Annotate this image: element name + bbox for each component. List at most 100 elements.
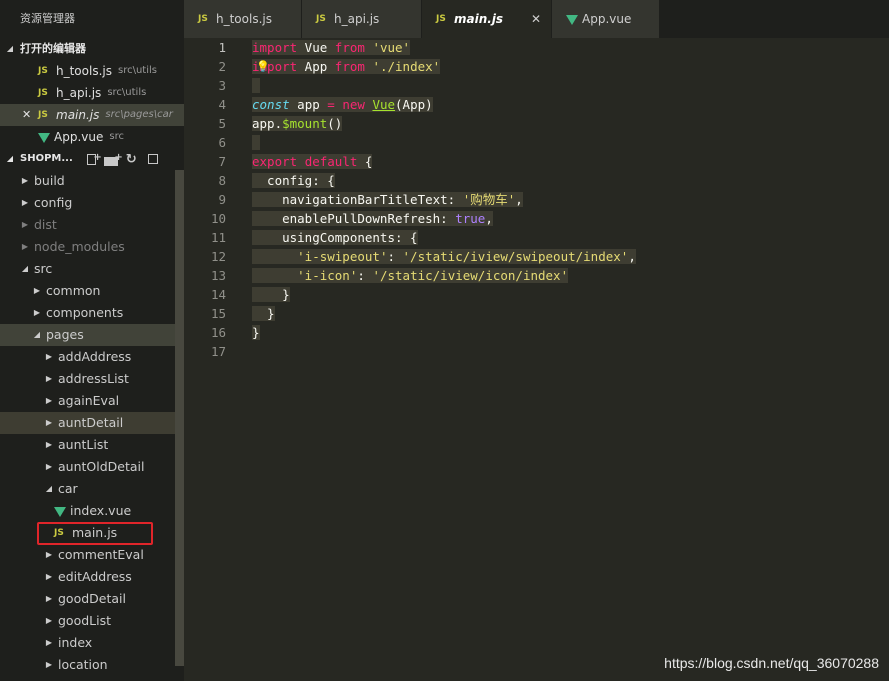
tree-item-label: pages [46, 327, 84, 342]
tab-label: h_api.js [334, 12, 380, 26]
tree-item[interactable]: ▶ goodDetail [0, 588, 184, 610]
code-area[interactable]: import Vue from 'vue' import App from '.… [252, 38, 636, 361]
open-editor-name: h_tools.js [56, 64, 112, 78]
chevron-right-icon: ▶ [45, 440, 53, 449]
js-icon: JS [436, 14, 446, 24]
tree-item-label: index [58, 635, 93, 650]
chevron-down-icon: ◢ [45, 484, 53, 493]
line-number: 10 [210, 211, 226, 226]
tree-item[interactable]: ▶ auntOldDetail [0, 456, 184, 478]
tree-item-label: auntList [58, 437, 109, 452]
tree-item[interactable]: ▶ editAddress [0, 566, 184, 588]
tab-app-vue[interactable]: App.vue [552, 0, 660, 38]
close-icon[interactable]: ✕ [531, 0, 541, 39]
line-number: 5 [218, 116, 226, 131]
watermark: https://blog.csdn.net/qq_36070288 [664, 655, 879, 671]
chevron-right-icon: ▶ [21, 198, 29, 207]
code-line-2: import App from './index' [252, 59, 441, 74]
code-line-4: const app = new Vue(App) [252, 97, 433, 112]
tree-item[interactable]: ▶ node_modules [0, 236, 184, 258]
line-number: 1 [218, 40, 226, 55]
tree-item-label: config [34, 195, 73, 210]
new-folder-icon[interactable] [103, 147, 123, 169]
line-number: 15 [210, 306, 226, 321]
chevron-down-icon: ◢ [21, 264, 29, 273]
vue-icon [38, 133, 50, 143]
open-editors-label: 打开的编辑器 [20, 42, 86, 55]
open-editor-item[interactable]: App.vue src [0, 126, 184, 148]
tree-item-label: editAddress [58, 569, 132, 584]
code-line-5: app.$mount() [252, 116, 343, 131]
code-editor[interactable]: 1 2 3 4 5 6 7 8 9 10 11 12 13 14 15 16 17 import Vue fro… [184, 38, 889, 681]
line-number: 2 [218, 59, 226, 74]
new-file-icon[interactable] [86, 147, 102, 169]
tree-item[interactable]: ▶ commentEval [0, 544, 184, 566]
tree-item[interactable]: ◢ car [0, 478, 184, 500]
close-icon[interactable]: ✕ [22, 104, 31, 126]
tree-item[interactable]: ▶ dist [0, 214, 184, 236]
chevron-right-icon: ▶ [45, 638, 53, 647]
explorer-title: 资源管理器 [20, 12, 75, 25]
tree-item[interactable]: ▶ auntDetail [0, 412, 184, 434]
js-icon: JS [38, 88, 48, 98]
tree-item-label: src [34, 261, 53, 276]
chevron-right-icon: ▶ [45, 616, 53, 625]
line-number: 16 [210, 325, 226, 340]
line-number: 13 [210, 268, 226, 283]
open-editor-item[interactable]: JS h_api.js src\utils [0, 82, 184, 104]
tree-item-label: dist [34, 217, 57, 232]
tree-item[interactable]: ▶ goodList [0, 610, 184, 632]
tree-item[interactable]: ◢ pages [0, 324, 184, 346]
code-line-8: config: { [252, 173, 335, 188]
tree-item[interactable]: ▶ addAddress [0, 346, 184, 368]
chevron-right-icon: ▶ [45, 352, 53, 361]
chevron-right-icon: ▶ [33, 286, 41, 295]
tab-h_tools-js[interactable]: JS h_tools.js [184, 0, 302, 38]
tree-item-label: goodList [58, 613, 112, 628]
file-tree: ▶ build ▶ config ▶ dist ▶ node_modules ◢ src ▶ comm… [0, 170, 184, 676]
highlight-box [37, 522, 153, 545]
tree-item-label: addAddress [58, 349, 132, 364]
tree-item-label: build [34, 173, 65, 188]
open-editor-name: main.js [56, 108, 100, 122]
tree-item[interactable]: ▶ location [0, 654, 184, 676]
line-number: 8 [218, 173, 226, 188]
tree-item[interactable]: ▶ index [0, 632, 184, 654]
tab-h_api-js[interactable]: JS h_api.js [302, 0, 422, 38]
line-number: 6 [218, 135, 226, 150]
tree-item-label: addressList [58, 371, 129, 386]
refresh-icon[interactable]: ↻ [126, 153, 140, 166]
line-number: 4 [218, 97, 226, 112]
line-number-gutter: 1 2 3 4 5 6 7 8 9 10 11 12 13 14 15 16 17 [184, 38, 232, 361]
open-editor-item[interactable]: JS h_tools.js src\utils [0, 60, 184, 82]
sidebar-scrollbar[interactable] [175, 170, 184, 666]
tree-item[interactable]: ▶ common [0, 280, 184, 302]
line-number: 12 [210, 249, 226, 264]
open-editor-path: src\pages\car [105, 109, 173, 120]
tree-item[interactable]: ▶ againEval [0, 390, 184, 412]
tree-item[interactable]: ▶ build [0, 170, 184, 192]
line-number: 17 [210, 344, 226, 359]
open-editor-item[interactable]: ✕ JS main.js src\pages\car [0, 104, 184, 126]
tree-item[interactable]: ▶ config [0, 192, 184, 214]
code-line-9: navigationBarTitleText: '购物车', [252, 192, 523, 207]
project-header[interactable]: ◢ SHOPM... ↻ [0, 147, 184, 170]
chevron-right-icon: ▶ [21, 176, 29, 185]
chevron-right-icon: ▶ [45, 572, 53, 581]
lightbulb-icon[interactable]: 💡 [256, 57, 270, 76]
tree-item[interactable]: ▶ components [0, 302, 184, 324]
tree-item[interactable]: index.vue [0, 500, 184, 522]
tree-item[interactable]: ▶ auntList [0, 434, 184, 456]
chevron-right-icon: ▶ [45, 594, 53, 603]
chevron-down-icon: ◢ [6, 154, 14, 163]
collapse-all-icon[interactable] [147, 154, 158, 164]
tree-item[interactable]: ▶ addressList [0, 368, 184, 390]
open-editors-header[interactable]: ◢ 打开的编辑器 [0, 38, 184, 60]
line-number: 11 [210, 230, 226, 245]
chevron-right-icon: ▶ [45, 418, 53, 427]
tree-item[interactable]: ◢ src [0, 258, 184, 280]
chevron-right-icon: ▶ [33, 308, 41, 317]
tab-main-js[interactable]: JS main.js ✕ [422, 0, 552, 38]
line-number: 9 [218, 192, 226, 207]
open-editor-name: h_api.js [56, 86, 102, 100]
